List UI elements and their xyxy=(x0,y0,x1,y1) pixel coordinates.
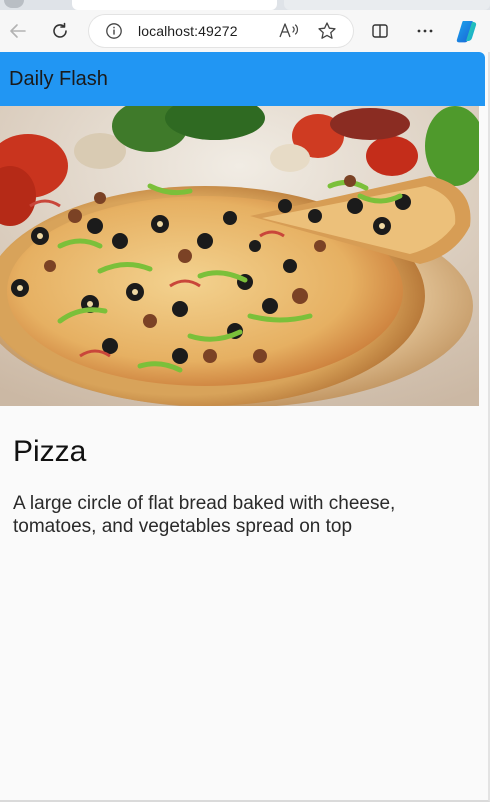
refresh-icon xyxy=(53,22,67,38)
tab-active[interactable] xyxy=(72,0,277,10)
pizza-photo xyxy=(0,106,479,406)
browser-toolbar: localhost:49272 xyxy=(0,10,490,52)
split-screen-icon xyxy=(372,24,388,38)
app-bar: Daily Flash xyxy=(0,52,485,106)
page-viewport: Daily Flash Pizza A large circle of flat… xyxy=(0,52,490,802)
more-button[interactable] xyxy=(410,16,440,46)
browser-window: localhost:49272 Daily Flash Pizza A larg… xyxy=(0,0,490,802)
tab-strip xyxy=(0,0,490,10)
app-title: Daily Flash xyxy=(9,68,108,90)
address-bar[interactable]: localhost:49272 xyxy=(89,15,353,47)
copilot-icon xyxy=(456,21,477,43)
copilot-button[interactable] xyxy=(452,16,482,46)
refresh-button[interactable] xyxy=(45,16,75,46)
star-icon[interactable] xyxy=(317,21,337,41)
tab-inactive[interactable] xyxy=(284,0,490,10)
pizza-image xyxy=(0,106,479,406)
more-icon xyxy=(417,29,433,33)
profile-icon[interactable] xyxy=(4,0,24,8)
split-screen-button[interactable] xyxy=(365,16,395,46)
item-title: Pizza xyxy=(13,435,87,468)
item-description: A large circle of flat bread baked with … xyxy=(13,493,396,537)
read-aloud-icon[interactable] xyxy=(278,21,300,41)
url-text[interactable]: localhost:49272 xyxy=(138,23,238,39)
back-arrow-icon xyxy=(10,24,26,38)
back-button[interactable] xyxy=(3,16,33,46)
info-icon[interactable] xyxy=(105,22,123,40)
